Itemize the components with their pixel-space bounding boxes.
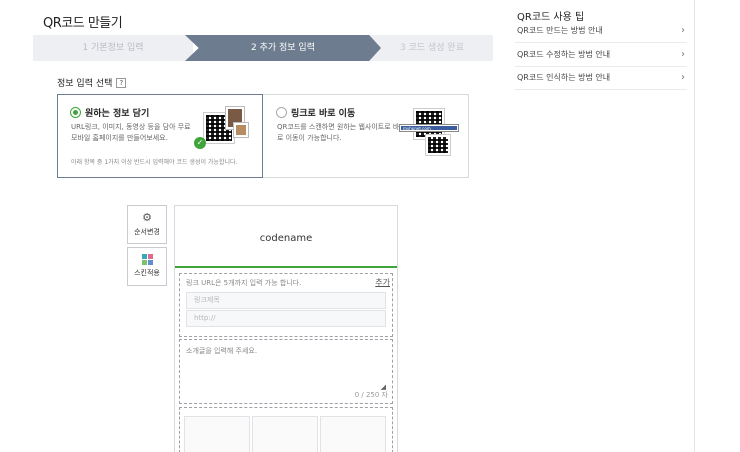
apply-skin-label: 스킨적용: [134, 269, 160, 277]
image-slot[interactable]: [252, 416, 318, 452]
intro-textarea[interactable]: 소개글을 입력해 주세요. ◢ 0 / 250 자: [179, 339, 393, 404]
option-description: URL링크, 이미지, 동영상 등을 담아 무료 모바일 홈페이지를 만들어보세…: [71, 123, 191, 142]
help-icon[interactable]: ?: [116, 77, 127, 88]
reorder-button[interactable]: ⚙ 순서변경: [127, 205, 167, 244]
image-slot[interactable]: [320, 416, 386, 452]
qr-code-illustration: [426, 135, 450, 155]
step-3: 3 코드 생성 완료: [371, 35, 493, 61]
section-label: 정보 입력 선택 ?: [57, 76, 127, 89]
editor-header: codename: [175, 206, 397, 268]
gear-icon: ⚙: [142, 211, 152, 224]
mobile-page-editor: codename 링크 URL은 5개까지 입력 가능 합니다. 추가 링크제목…: [174, 205, 398, 452]
image-slot[interactable]: [184, 416, 250, 452]
option-description: QR코드를 스캔하면 원하는 웹사이트로 바로 이동이 가능합니다.: [277, 123, 400, 142]
tip-label: QR코드 수정하는 방법 안내: [517, 50, 611, 59]
apply-skin-button[interactable]: 스킨적용: [127, 247, 167, 286]
link-title-input[interactable]: 링크제목: [186, 292, 386, 309]
radio-selected-icon[interactable]: [70, 107, 81, 118]
link-hint: 링크 URL은 5개까지 입력 가능 합니다.: [186, 279, 302, 287]
tip-link-edit[interactable]: QR코드 수정하는 방법 안내 ›: [515, 44, 687, 67]
check-badge-icon: ✓: [194, 137, 206, 149]
codename-title[interactable]: codename: [175, 233, 397, 244]
tip-label: QR코드 만드는 방법 안내: [517, 26, 603, 35]
chevron-right-icon: ›: [681, 49, 685, 60]
browser-address-bar-icon: myhpnet.com: [400, 125, 458, 131]
radio-unselected-icon[interactable]: [276, 107, 287, 118]
option-title: 원하는 정보 담기: [85, 109, 150, 119]
option-custom-info[interactable]: 원하는 정보 담기 URL링크, 이미지, 동영상 등을 담아 무료 모바일 홈…: [57, 94, 263, 178]
photo-thumbnail-icon: [234, 123, 248, 137]
add-link-button[interactable]: 추가: [375, 277, 390, 288]
link-url-input[interactable]: http://: [186, 310, 386, 327]
step-2-active: 2 추가 정보 입력: [185, 35, 381, 61]
tip-label: QR코드 인식하는 방법 안내: [517, 73, 611, 82]
grid-icon: [141, 254, 153, 265]
option-title: 링크로 바로 이동: [291, 109, 356, 119]
step-1: 1 기본정보 입력: [33, 35, 193, 61]
option-note: 아래 항목 중 1가지 이상 반드시 입력해야 코드 생성이 가능합니다.: [71, 159, 238, 166]
tip-link-scan[interactable]: QR코드 인식하는 방법 안내 ›: [515, 67, 687, 90]
link-block: 링크 URL은 5개까지 입력 가능 합니다. 추가 링크제목 http://: [179, 273, 393, 337]
chevron-right-icon: ›: [681, 25, 685, 36]
page-title: QR코드 만들기: [43, 16, 123, 31]
tip-link-create[interactable]: QR코드 만드는 방법 안내 ›: [515, 20, 687, 43]
section-label-text: 정보 입력 선택: [57, 79, 113, 89]
option-group: 원하는 정보 담기 URL링크, 이미지, 동영상 등을 담아 무료 모바일 홈…: [57, 94, 469, 178]
reorder-label: 순서변경: [134, 228, 160, 236]
step-indicator: 1 기본정보 입력 3 코드 생성 완료 2 추가 정보 입력: [33, 35, 493, 61]
intro-placeholder: 소개글을 입력해 주세요.: [186, 347, 258, 355]
chevron-right-icon: ›: [681, 72, 685, 83]
tips-sidebar: QR코드 사용 팁 QR코드 만드는 방법 안내 › QR코드 수정하는 방법 …: [505, 0, 695, 452]
main-content: QR코드 만들기 1 기본정보 입력 3 코드 생성 완료 2 추가 정보 입력…: [0, 0, 505, 452]
image-block: [179, 407, 393, 452]
char-counter: 0 / 250 자: [354, 391, 388, 399]
option-direct-link[interactable]: 링크로 바로 이동 QR코드를 스캔하면 원하는 웹사이트로 바로 이동이 가능…: [264, 95, 469, 177]
